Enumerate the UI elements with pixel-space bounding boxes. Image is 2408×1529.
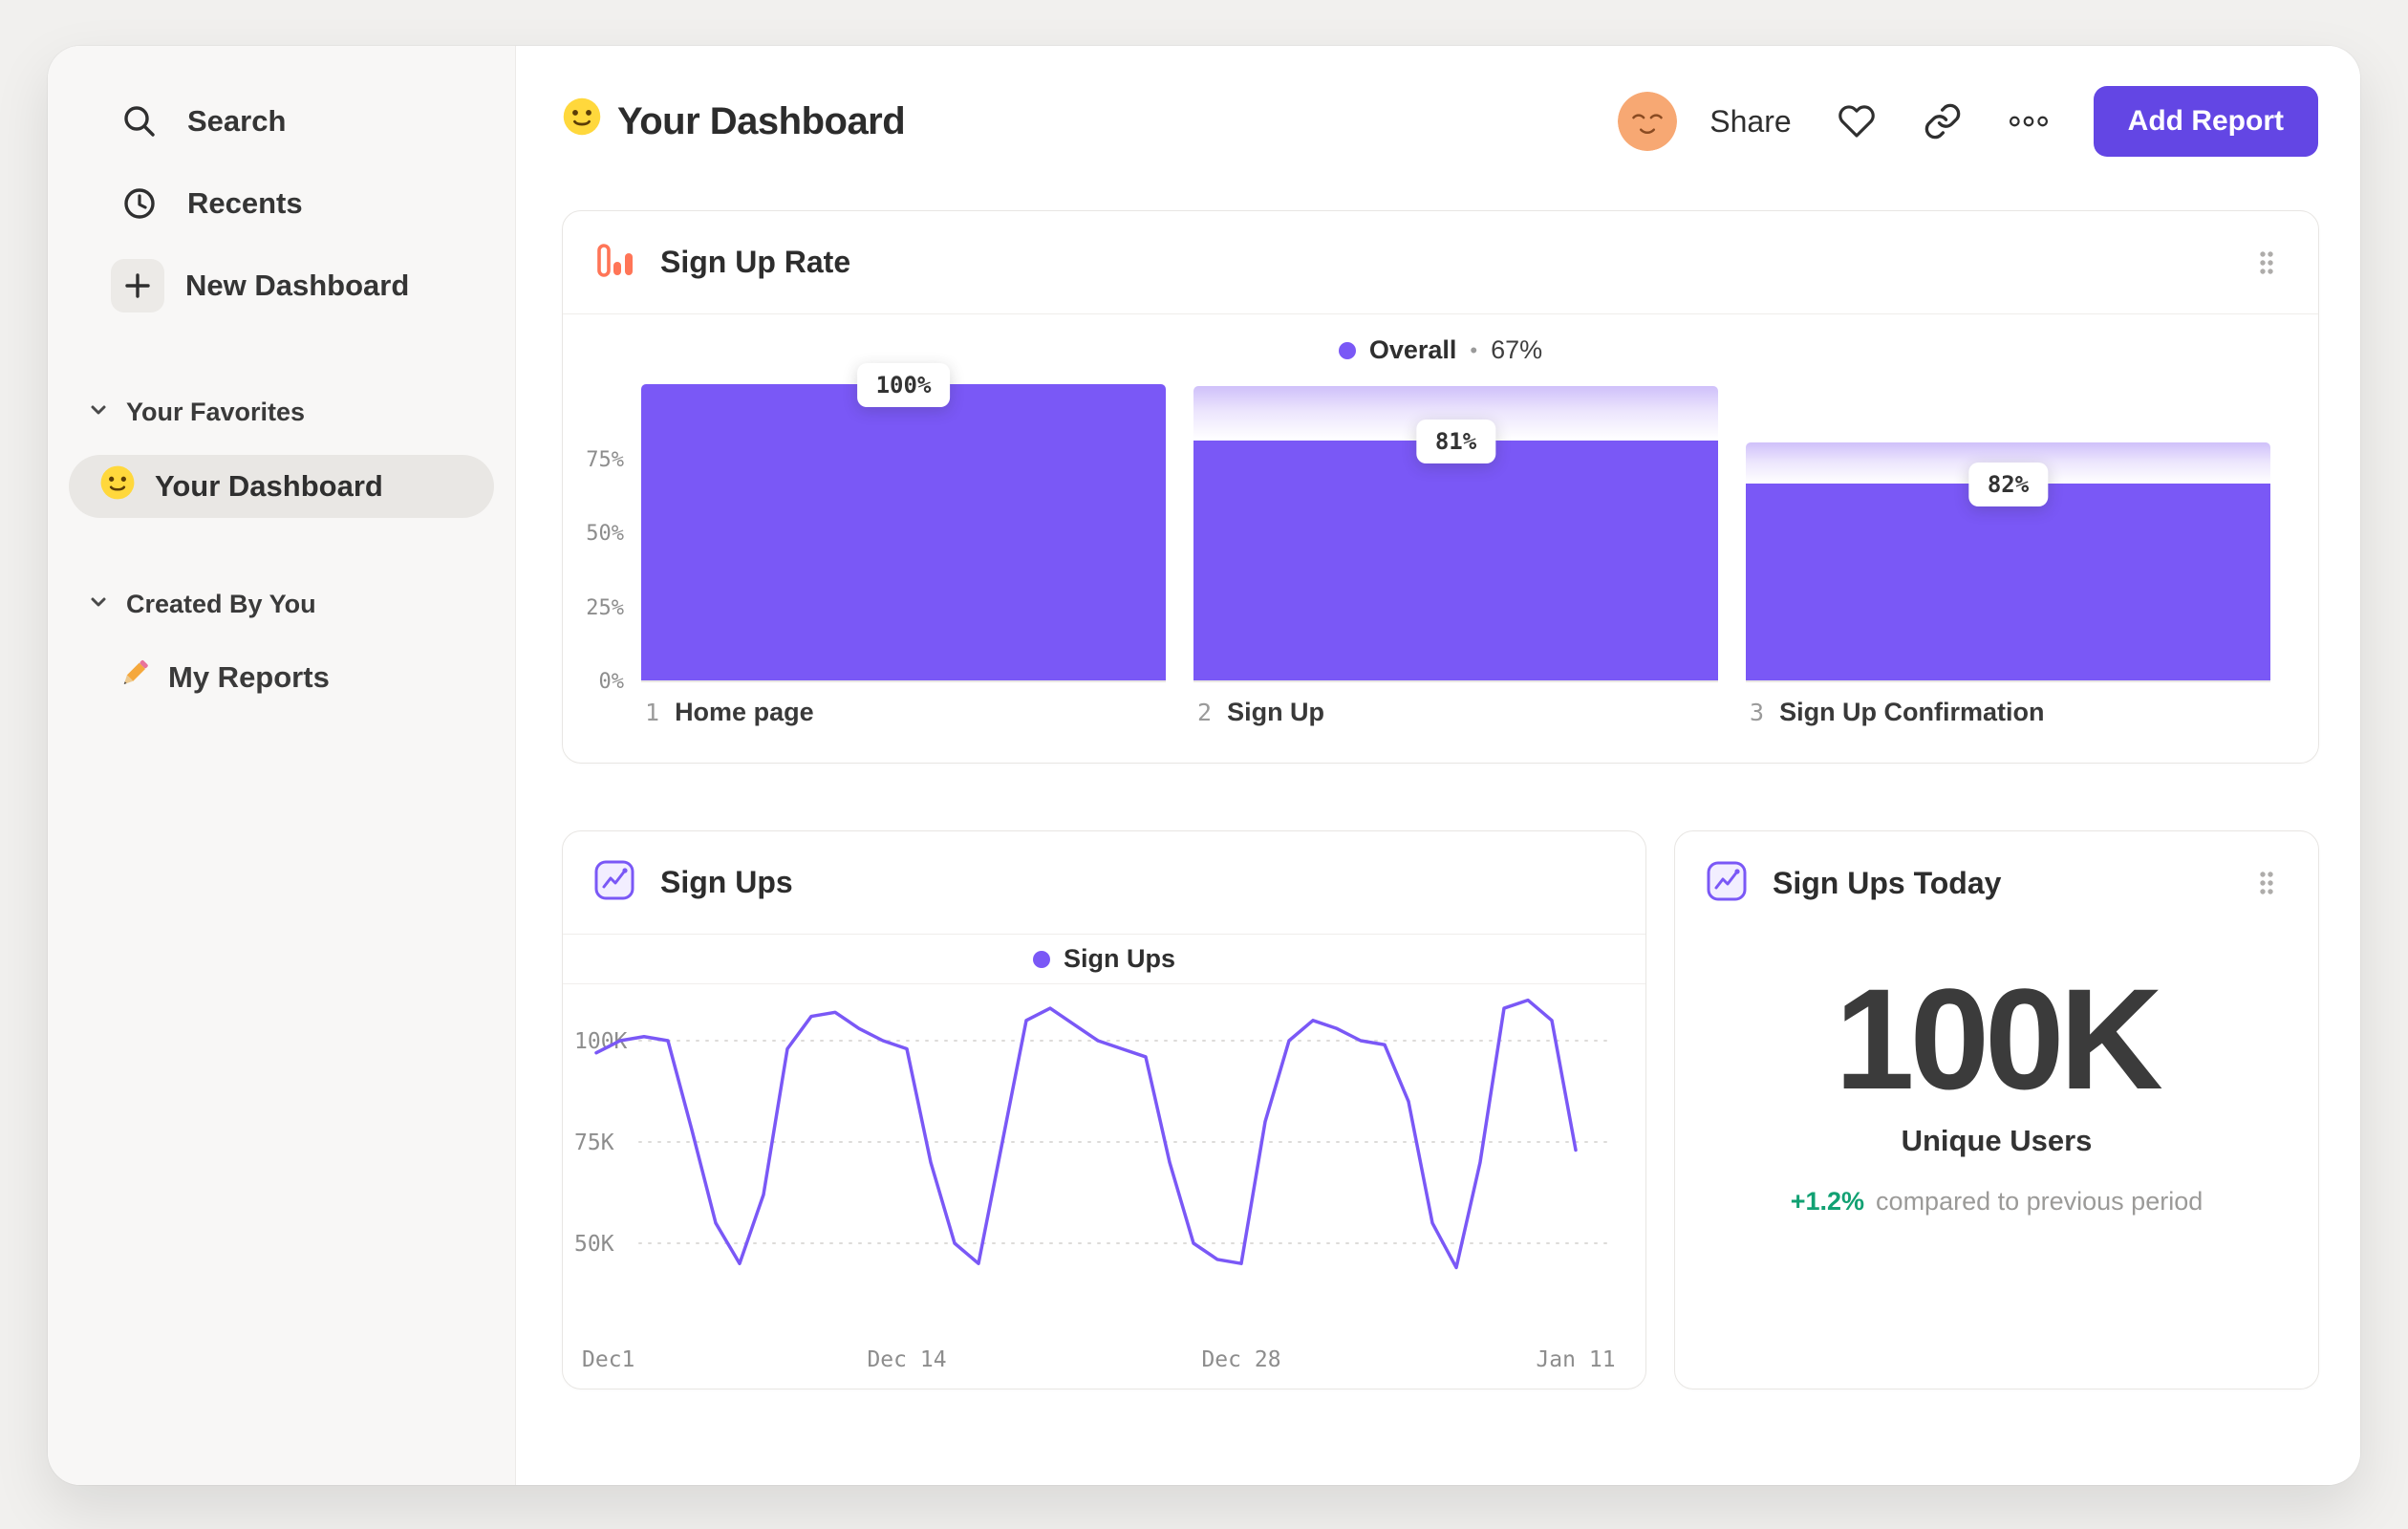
- section-label: Your Favorites: [126, 397, 306, 426]
- sidebar-item-label: My Reports: [168, 660, 330, 694]
- sidebar-item-label: New Dashboard: [185, 269, 410, 302]
- y-axis-tick: 75%: [586, 447, 624, 472]
- sign-ups-today-card: Sign Ups Today 100K Unique Users +1.2% c…: [1674, 830, 2319, 1389]
- insights-report-icon: [591, 857, 637, 908]
- conversion-label: 81%: [1415, 419, 1496, 463]
- step-label: 2 Sign Up: [1193, 698, 1718, 727]
- step-number: 1: [645, 699, 660, 726]
- y-axis-tick: 0%: [598, 670, 625, 694]
- funnel-yaxis: 75% 50% 25% 0%: [563, 386, 624, 694]
- sidebar-item-new-dashboard[interactable]: New Dashboard: [48, 245, 515, 327]
- share-button[interactable]: Share: [1709, 104, 1791, 140]
- chevron-down-icon: [88, 590, 109, 619]
- kpi-delta-note: compared to previous period: [1876, 1187, 2204, 1216]
- clock-icon: [118, 183, 161, 225]
- sidebar-item-my-reports[interactable]: My Reports: [48, 644, 515, 711]
- sidebar-item-label: Your Dashboard: [155, 469, 383, 503]
- card-header: Sign Up Rate: [563, 211, 2318, 314]
- funnel-bar[interactable]: [1193, 440, 1718, 680]
- user-avatar[interactable]: [1618, 92, 1678, 151]
- card-title: Sign Ups Today: [1773, 865, 2002, 900]
- step-label: 3 Sign Up Confirmation: [1746, 698, 2270, 727]
- kpi-body: 100K Unique Users +1.2% compared to prev…: [1675, 935, 2318, 1217]
- pencil-icon: [117, 657, 151, 699]
- funnel-step: 82% 3 Sign Up Confirmation: [1746, 386, 2270, 727]
- funnel-chart: 75% 50% 25% 0% 100% 1 Home page 81% 2 Sign Up 82%…: [563, 363, 2270, 727]
- funnel-bar[interactable]: [1746, 484, 2270, 680]
- kpi-subtitle: Unique Users: [1901, 1124, 2093, 1157]
- dashboard-header: Your Dashboard Share Add Report: [516, 46, 2360, 197]
- y-axis-tick: 75K: [574, 1131, 614, 1155]
- sidebar-item-search[interactable]: Search: [48, 80, 515, 162]
- drag-handle-icon[interactable]: [2257, 248, 2276, 277]
- legend-separator: •: [1470, 337, 1478, 362]
- legend-value: 67%: [1491, 335, 1543, 364]
- y-axis-tick: 50K: [574, 1232, 614, 1257]
- x-axis-tick: Dec 28: [1201, 1347, 1280, 1372]
- sign-up-rate-card: Sign Up Rate Overall • 67% 75% 50% 25% 0% 1…: [562, 210, 2319, 764]
- funnel-bar[interactable]: [641, 384, 1166, 680]
- smiley-emoji-icon: [99, 464, 136, 508]
- funnel-plot: 82%: [1746, 386, 2270, 682]
- y-axis-tick: 50%: [586, 522, 624, 546]
- step-name: Sign Up: [1227, 698, 1325, 726]
- kpi-value: 100K: [1835, 958, 2163, 1119]
- chevron-down-icon: [88, 398, 109, 427]
- funnel-step: 100% 1 Home page: [641, 363, 1166, 727]
- drag-handle-icon[interactable]: [2257, 869, 2276, 897]
- x-axis-tick: Jan 11: [1536, 1347, 1615, 1372]
- step-label: 1 Home page: [641, 698, 1166, 727]
- page-title: Your Dashboard: [562, 97, 906, 146]
- search-icon: [118, 100, 161, 142]
- card-header: Sign Ups: [563, 831, 1645, 935]
- sign-ups-card: Sign Ups Sign Ups 100K 75K 50K Dec1 Dec 14 De…: [562, 830, 1646, 1389]
- funnel-columns: 100% 1 Home page 81% 2 Sign Up 82% 3 Sign Up Con…: [641, 363, 2270, 727]
- funnel-plot: 81%: [1193, 386, 1718, 682]
- kpi-delta-row: +1.2% compared to previous period: [1791, 1187, 2204, 1217]
- legend-label: Sign Ups: [1063, 944, 1175, 973]
- sidebar-item-label: Recents: [187, 186, 303, 220]
- step-number: 2: [1197, 699, 1213, 726]
- step-name: Sign Up Confirmation: [1779, 698, 2045, 726]
- favorite-heart-icon[interactable]: [1836, 100, 1878, 142]
- add-report-button[interactable]: Add Report: [2093, 86, 2318, 157]
- insights-report-icon: [1704, 858, 1750, 909]
- funnel-plot: 100%: [641, 363, 1166, 682]
- section-label: Created By You: [126, 589, 316, 618]
- sidebar-section-created-by-you[interactable]: Created By You: [48, 575, 515, 633]
- main-content: Your Dashboard Share Add Report Sign Up …: [516, 46, 2360, 1485]
- step-number: 3: [1750, 699, 1765, 726]
- legend-label: Overall: [1368, 335, 1457, 364]
- line-legend[interactable]: Sign Ups: [563, 935, 1645, 984]
- sidebar-item-label: Search: [187, 104, 287, 138]
- funnel-report-icon: [591, 237, 637, 288]
- conversion-label: 100%: [856, 363, 951, 407]
- step-name: Home page: [675, 698, 814, 726]
- legend-dot: [1338, 341, 1356, 359]
- x-axis-tick: Dec 14: [867, 1347, 946, 1372]
- sign-ups-line-series[interactable]: [594, 998, 1578, 1270]
- line-chart[interactable]: 100K75K50KDec1 Dec 14 Dec 28 Jan 11: [563, 984, 1645, 1389]
- sidebar: Search Recents New Dashboard Your Favori…: [48, 46, 516, 1485]
- sidebar-item-recents[interactable]: Recents: [48, 162, 515, 245]
- page-title-text: Your Dashboard: [617, 99, 906, 142]
- legend-dot: [1032, 950, 1050, 968]
- sidebar-section-your-favorites[interactable]: Your Favorites: [48, 383, 515, 441]
- card-header: Sign Ups Today: [1675, 831, 2318, 935]
- card-title: Sign Up Rate: [660, 245, 851, 279]
- x-axis-tick: Dec1: [582, 1347, 634, 1372]
- sidebar-item-your-dashboard[interactable]: Your Dashboard: [69, 455, 494, 518]
- card-title: Sign Ups: [660, 865, 793, 899]
- more-options-icon[interactable]: [2008, 100, 2050, 142]
- kpi-delta: +1.2%: [1790, 1187, 1865, 1216]
- funnel-legend[interactable]: Overall • 67%: [563, 335, 2318, 365]
- y-axis-tick: 25%: [586, 595, 624, 620]
- smiley-emoji-icon: [562, 97, 602, 146]
- plus-icon: [111, 259, 164, 312]
- conversion-label: 82%: [1967, 463, 2049, 507]
- funnel-step: 81% 2 Sign Up: [1193, 386, 1718, 727]
- copy-link-icon[interactable]: [1922, 100, 1964, 142]
- app-window: Search Recents New Dashboard Your Favori…: [48, 46, 2360, 1485]
